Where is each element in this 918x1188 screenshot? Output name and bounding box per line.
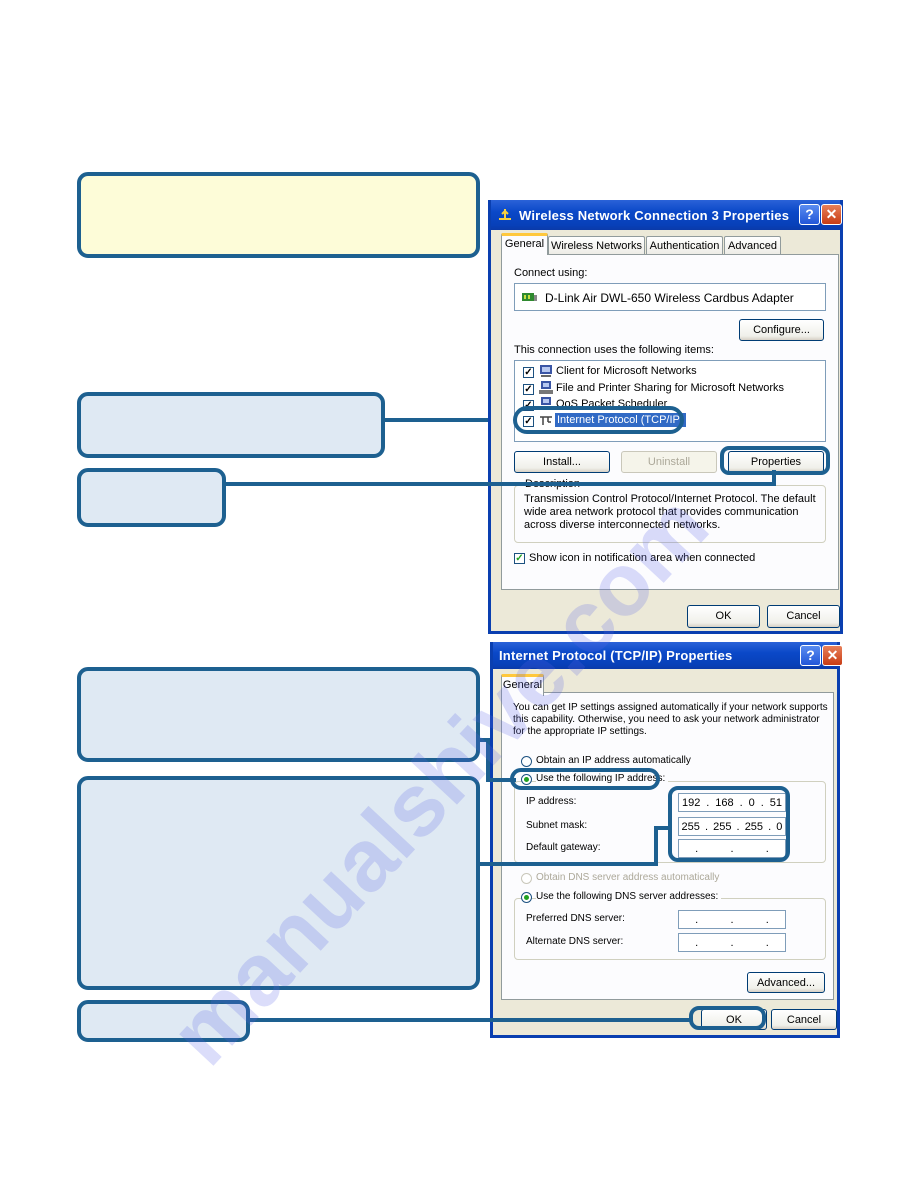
alternate-dns-input[interactable]: ... (678, 933, 786, 952)
connector-line (486, 778, 516, 782)
network-client-icon (540, 365, 552, 377)
tab-label: General (502, 679, 543, 691)
configure-button[interactable]: Configure... (739, 319, 824, 341)
gateway-label: Default gateway: (526, 842, 601, 853)
callout-click-ok (77, 1000, 250, 1042)
help-button[interactable]: ? (799, 204, 820, 225)
highlight-use-following-ip (510, 768, 660, 790)
title-bar[interactable]: Wireless Network Connection 3 Properties (491, 200, 840, 230)
callout-intro (77, 172, 480, 258)
ip-address-label: IP address: (526, 796, 577, 807)
item-label: File and Printer Sharing for Microsoft N… (556, 382, 785, 394)
tab-wireless-networks[interactable]: Wireless Networks (548, 236, 645, 255)
tab-label: Authentication (649, 240, 720, 252)
dialog-title: Wireless Network Connection 3 Properties (519, 207, 790, 223)
file-sharing-icon (539, 381, 553, 394)
button-label: Install... (543, 456, 581, 468)
advanced-button[interactable]: Advanced... (747, 972, 825, 993)
dot: . (695, 936, 699, 949)
dot: . (730, 936, 734, 949)
intro-text: You can get IP settings assigned automat… (513, 702, 828, 737)
show-icon-checkbox[interactable]: ✓ (514, 553, 525, 564)
ok-button[interactable]: OK (687, 605, 760, 628)
close-button[interactable]: ✕ (822, 645, 843, 666)
connector-line (654, 826, 672, 830)
callout-click-properties (77, 468, 226, 527)
adapter-name: D-Link Air DWL-650 Wireless Cardbus Adap… (545, 291, 794, 305)
uninstall-button: Uninstall (621, 451, 717, 473)
callout-enter-ip-settings (77, 776, 480, 990)
help-button[interactable]: ? (800, 645, 821, 666)
tab-general[interactable]: General (501, 674, 544, 696)
radio-use-following-dns[interactable] (521, 892, 532, 903)
radio-obtain-dns-auto (521, 873, 532, 884)
connector-line (772, 470, 776, 486)
tab-label: Advanced (728, 240, 777, 252)
button-label: Cancel (786, 610, 821, 622)
radio-obtain-ip-auto-label: Obtain an IP address automatically (536, 755, 691, 766)
dot: . (730, 913, 734, 926)
install-button[interactable]: Install... (514, 451, 610, 473)
alternate-dns-label: Alternate DNS server: (526, 936, 624, 947)
preferred-dns-input[interactable]: ... (678, 910, 786, 929)
radio-use-following-dns-label: Use the following DNS server addresses: (536, 891, 722, 902)
tab-label: Wireless Networks (550, 240, 643, 252)
preferred-dns-label: Preferred DNS server: (526, 913, 625, 924)
highlight-tcpip (513, 406, 684, 434)
dialog-title: Internet Protocol (TCP/IP) Properties (499, 648, 733, 663)
title-bar[interactable]: Internet Protocol (TCP/IP) Properties (493, 642, 837, 669)
description-text: Transmission Control Protocol/Internet P… (524, 493, 816, 531)
button-label: Cancel (786, 1014, 822, 1026)
cancel-button[interactable]: Cancel (767, 605, 840, 628)
radio-obtain-dns-auto-label: Obtain DNS server address automatically (536, 872, 720, 883)
help-icon: ? (806, 647, 815, 663)
network-connection-icon (499, 209, 511, 220)
button-label: Uninstall (647, 456, 691, 468)
connector-line (225, 482, 776, 486)
tab-general[interactable]: General (501, 233, 548, 255)
connect-using-label: Connect using: (514, 267, 588, 279)
item-label: Client for Microsoft Networks (556, 365, 697, 377)
connector-line (478, 862, 658, 866)
tab-advanced[interactable]: Advanced (724, 236, 781, 255)
help-icon: ? (805, 206, 814, 222)
item-checkbox[interactable]: ✓ (523, 384, 534, 395)
network-adapter-icon (522, 293, 537, 301)
callout-select-tcpip (77, 392, 385, 458)
dot: . (765, 936, 769, 949)
connector-line (249, 1018, 693, 1022)
connector-line (654, 826, 658, 866)
callout-use-following-ip (77, 667, 480, 762)
button-label: Configure... (753, 324, 810, 336)
adapter-field: D-Link Air DWL-650 Wireless Cardbus Adap… (514, 283, 826, 311)
button-label: Advanced... (756, 977, 816, 989)
subnet-mask-label: Subnet mask: (526, 820, 588, 831)
item-checkbox[interactable]: ✓ (523, 367, 534, 378)
show-icon-label: Show icon in notification area when conn… (529, 552, 756, 564)
dot: . (765, 913, 769, 926)
close-icon: ✕ (825, 206, 838, 222)
tab-label: General (504, 238, 545, 250)
button-label: OK (715, 610, 732, 622)
highlight-ip-fields (668, 786, 790, 862)
dot: . (695, 913, 699, 926)
highlight-ok (689, 1006, 766, 1030)
close-button[interactable]: ✕ (821, 204, 842, 225)
tab-authentication[interactable]: Authentication (646, 236, 723, 255)
cancel-button[interactable]: Cancel (771, 1009, 837, 1030)
close-icon: ✕ (826, 647, 839, 663)
items-label: This connection uses the following items… (514, 344, 714, 356)
radio-obtain-ip-auto[interactable] (521, 756, 532, 767)
